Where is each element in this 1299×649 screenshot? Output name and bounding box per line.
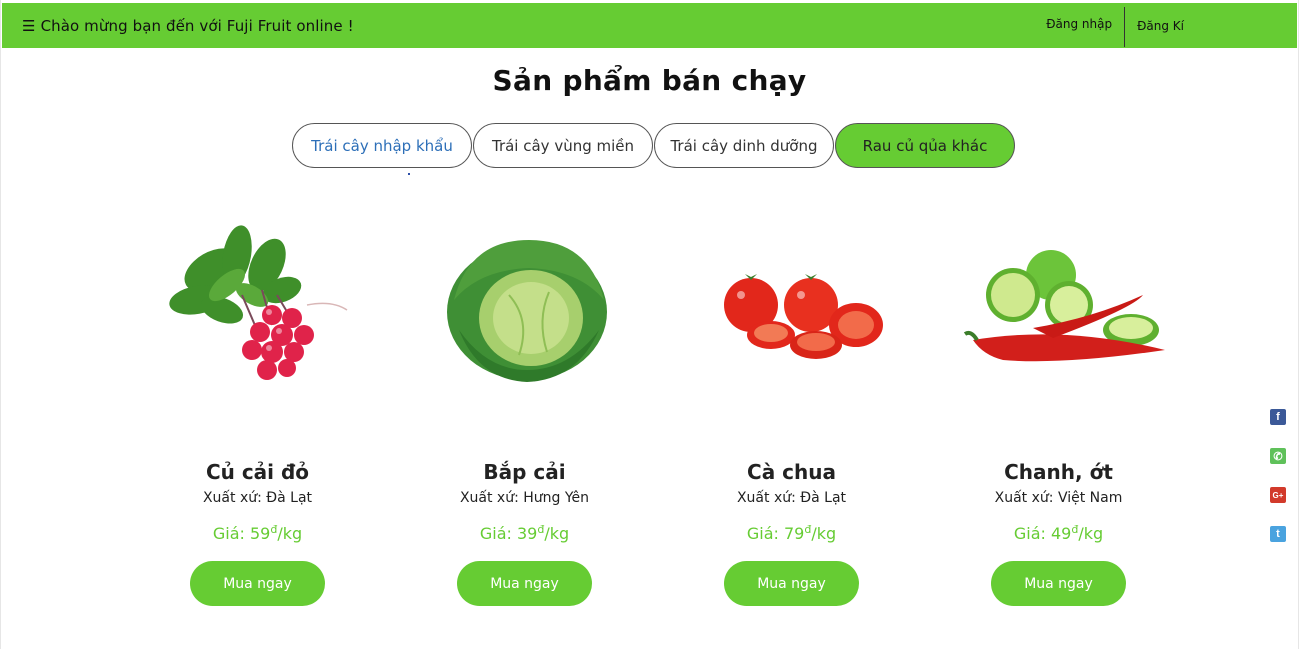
google-plus-icon[interactable]: G+	[1270, 487, 1286, 503]
buy-now-button[interactable]: Mua ngay	[991, 561, 1126, 606]
register-link[interactable]: Đăng Kí	[1125, 19, 1184, 33]
welcome-text: Chào mừng bạn đến với Fuji Fruit online …	[40, 17, 354, 35]
tab-regional-fruit[interactable]: Trái cây vùng miền	[473, 123, 653, 168]
login-link[interactable]: Đăng nhập	[1046, 17, 1124, 31]
product-card: Củ cải đỏ Xuất xứ: Đà Lạt Giá: 59đ/kg Mu…	[124, 190, 391, 620]
radish-icon[interactable]	[142, 200, 372, 420]
menu-icon[interactable]: ☰	[22, 17, 36, 35]
product-card: Cà chua Xuất xứ: Đà Lạt Giá: 79đ/kg Mua …	[658, 190, 925, 620]
product-price: Giá: 49đ/kg	[1013, 523, 1104, 543]
auth-links: Đăng nhập Đăng Kí	[1046, 3, 1184, 48]
top-bar: ☰ Chào mừng bạn đến với Fuji Fruit online…	[2, 3, 1297, 48]
section-title: Sản phẩm bán chạy	[492, 64, 807, 97]
welcome-message: ☰ Chào mừng bạn đến với Fuji Fruit online…	[22, 3, 354, 48]
twitter-icon[interactable]: t	[1270, 526, 1286, 542]
product-grid: Củ cải đỏ Xuất xứ: Đà Lạt Giá: 59đ/kg Mu…	[124, 190, 1192, 620]
product-origin: Xuất xứ: Hưng Yên	[459, 490, 590, 506]
tab-nutritious-fruit[interactable]: Trái cây dinh dưỡng	[654, 123, 834, 168]
product-name: Bắp cải	[483, 460, 566, 484]
lime-chili-icon[interactable]	[943, 200, 1173, 420]
product-price: Giá: 59đ/kg	[212, 523, 303, 543]
social-share-bar: f ✆ G+ t	[1270, 409, 1286, 565]
product-card: Bắp cải Xuất xứ: Hưng Yên Giá: 39đ/kg Mu…	[391, 190, 658, 620]
tab-imported-fruit[interactable]: Trái cây nhập khẩu	[292, 123, 472, 168]
tomato-icon[interactable]	[676, 200, 906, 420]
product-price: Giá: 39đ/kg	[479, 523, 570, 543]
product-origin: Xuất xứ: Việt Nam	[994, 490, 1123, 506]
product-name: Củ cải đỏ	[205, 460, 310, 484]
product-name: Cà chua	[747, 460, 836, 484]
product-price: Giá: 79đ/kg	[746, 523, 837, 543]
cabbage-icon[interactable]	[409, 200, 639, 420]
product-card: Chanh, ớt Xuất xứ: Việt Nam Giá: 49đ/kg …	[925, 190, 1192, 620]
facebook-icon[interactable]: f	[1270, 409, 1286, 425]
product-origin: Xuất xứ: Đà Lạt	[736, 490, 847, 506]
buy-now-button[interactable]: Mua ngay	[190, 561, 325, 606]
product-origin: Xuất xứ: Đà Lạt	[202, 490, 313, 506]
tab-other-vegetables[interactable]: Rau củ qủa khác	[835, 123, 1015, 168]
buy-now-button[interactable]: Mua ngay	[457, 561, 592, 606]
category-tabs: Trái cây nhập khẩu Trái cây vùng miền Tr…	[292, 123, 1016, 168]
tab-indicator-dot	[408, 173, 410, 175]
phone-icon[interactable]: ✆	[1270, 448, 1286, 464]
buy-now-button[interactable]: Mua ngay	[724, 561, 859, 606]
product-name: Chanh, ớt	[1004, 460, 1113, 484]
